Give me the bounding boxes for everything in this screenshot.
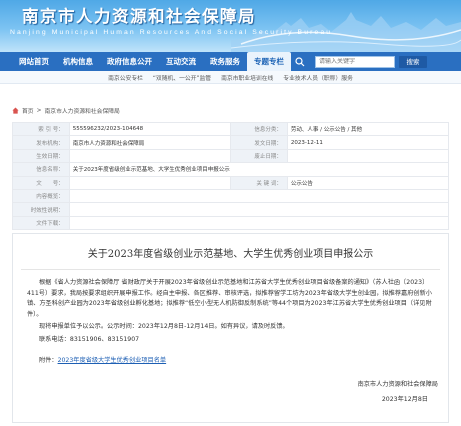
table-row: 文件下载： — [12, 215, 450, 231]
summary-value — [68, 188, 450, 204]
publisher-label: 发布机构： — [12, 135, 70, 150]
table-row: 时效性说明： — [12, 202, 450, 217]
article-paragraph-2: 现将申报单位予以公示。公示时间：2023年12月8日-12月14日。如有异议，请… — [39, 323, 289, 331]
site-header: 南京市人力资源和社会保障局 Nanjing Municipal Human Re… — [0, 0, 461, 52]
city-skyline-banner — [231, 12, 461, 52]
table-row: 发布机构： 南京市人力资源和社会保障局 发文日期： 2023-12-11 — [12, 135, 450, 150]
info-name-label: 信息名称： — [12, 162, 70, 177]
breadcrumb: 首页 > 南京市人力资源和社会保障局 — [12, 106, 120, 115]
index-value: 555596232/2023-104648 — [68, 121, 232, 137]
nav-services[interactable]: 政务服务 — [203, 52, 247, 71]
table-row: 索 引 号： 555596232/2023-104648 信息分类： 劳动、人事… — [12, 121, 450, 137]
validity-label: 时效性说明： — [12, 202, 70, 217]
attachment-link[interactable]: 2023年度省级大学生优秀创业项目名单 — [58, 357, 167, 364]
issuer-signature: 南京市人力资源和社会保障局 — [357, 381, 438, 389]
nav-gov-info[interactable]: 政府信息公开 — [100, 52, 159, 71]
issue-date: 2023年12月8日 — [381, 395, 428, 403]
attachment-line: 附件：2023年度省级大学生优秀创业项目名单 — [13, 356, 448, 367]
quick-link-police[interactable]: 南京公安专栏 — [108, 73, 143, 82]
search-input[interactable] — [319, 58, 394, 65]
info-name-value: 关于2023年度省级创业示范基地、大学生优秀创业项目申报公示 — [68, 162, 450, 177]
issue-date-label: 发文日期： — [230, 135, 288, 150]
category-label: 信息分类： — [230, 121, 288, 137]
download-label: 文件下载： — [12, 215, 70, 231]
download-value — [68, 215, 450, 231]
article-paragraph-1: 根据《省人力资源社会保障厅 省财政厅关于开展2023年省级创业示范基地和江苏省大… — [27, 279, 432, 318]
nav-interaction[interactable]: 互动交流 — [159, 52, 203, 71]
effective-date-label: 生效日期： — [12, 148, 70, 164]
breadcrumb-separator: > — [36, 107, 42, 114]
index-label: 索 引 号： — [12, 121, 70, 137]
breadcrumb-current[interactable]: 南京市人力资源和社会保障局 — [44, 106, 119, 115]
breadcrumb-home[interactable]: 首页 — [22, 106, 34, 115]
summary-label: 内容概览： — [12, 188, 70, 204]
validity-value — [68, 202, 450, 217]
article-body: 关于2023年度省级创业示范基地、大学生优秀创业项目申报公示 根据《省人力资源社… — [12, 233, 449, 423]
site-subtitle-en: Nanjing Municipal Human Resources And So… — [10, 29, 333, 36]
doc-number-value — [68, 175, 232, 190]
quick-link-training[interactable]: 南京市职业培训在线 — [221, 73, 273, 82]
home-icon — [12, 107, 19, 114]
quick-link-title-service[interactable]: 专业技术人员（职称）服务 — [283, 73, 353, 82]
info-table: 索 引 号： 555596232/2023-104648 信息分类： 劳动、人事… — [12, 121, 450, 231]
doc-number-label: 文 号： — [12, 175, 70, 190]
expiry-date-label: 废止日期： — [230, 148, 288, 164]
quick-link-supervision[interactable]: “双随机、一公开”监管 — [153, 73, 211, 82]
table-row: 文 号： 关 键 词： 公示公告 — [12, 175, 450, 190]
nav-org-info[interactable]: 机构信息 — [56, 52, 100, 71]
publisher-value: 南京市人力资源和社会保障局 — [68, 135, 232, 150]
attachment-label: 附件： — [39, 356, 58, 364]
table-row: 信息名称： 关于2023年度省级创业示范基地、大学生优秀创业项目申报公示 — [12, 162, 450, 177]
nav-home[interactable]: 网站首页 — [12, 52, 56, 71]
issue-date-value: 2023-12-11 — [286, 135, 450, 150]
title-divider — [21, 269, 440, 270]
table-row: 内容概览： — [12, 188, 450, 204]
quick-links: 南京公安专栏 “双随机、一公开”监管 南京市职业培训在线 专业技术人员（职称）服… — [0, 71, 461, 84]
search-icon — [295, 56, 305, 66]
contact-phone: 联系电话：83151906、83151907 — [39, 335, 140, 343]
nav-topics[interactable]: 专题专栏 — [247, 52, 291, 71]
table-row: 生效日期： 废止日期： — [12, 148, 450, 164]
keywords-value: 公示公告 — [286, 175, 450, 190]
site-title: 南京市人力资源和社会保障局 — [22, 7, 256, 26]
expiry-date-value — [286, 148, 450, 164]
main-nav: 网站首页 机构信息 政府信息公开 互动交流 政务服务 专题专栏 搜索 — [0, 52, 461, 71]
keywords-label: 关 键 词： — [230, 175, 288, 190]
article-title: 关于2023年度省级创业示范基地、大学生优秀创业项目申报公示 — [87, 249, 374, 260]
search-button[interactable]: 搜索 — [399, 55, 427, 68]
search-box — [315, 55, 395, 68]
effective-date-value — [68, 148, 232, 164]
category-value: 劳动、人事 / 公示公告 / 其他 — [286, 121, 450, 137]
